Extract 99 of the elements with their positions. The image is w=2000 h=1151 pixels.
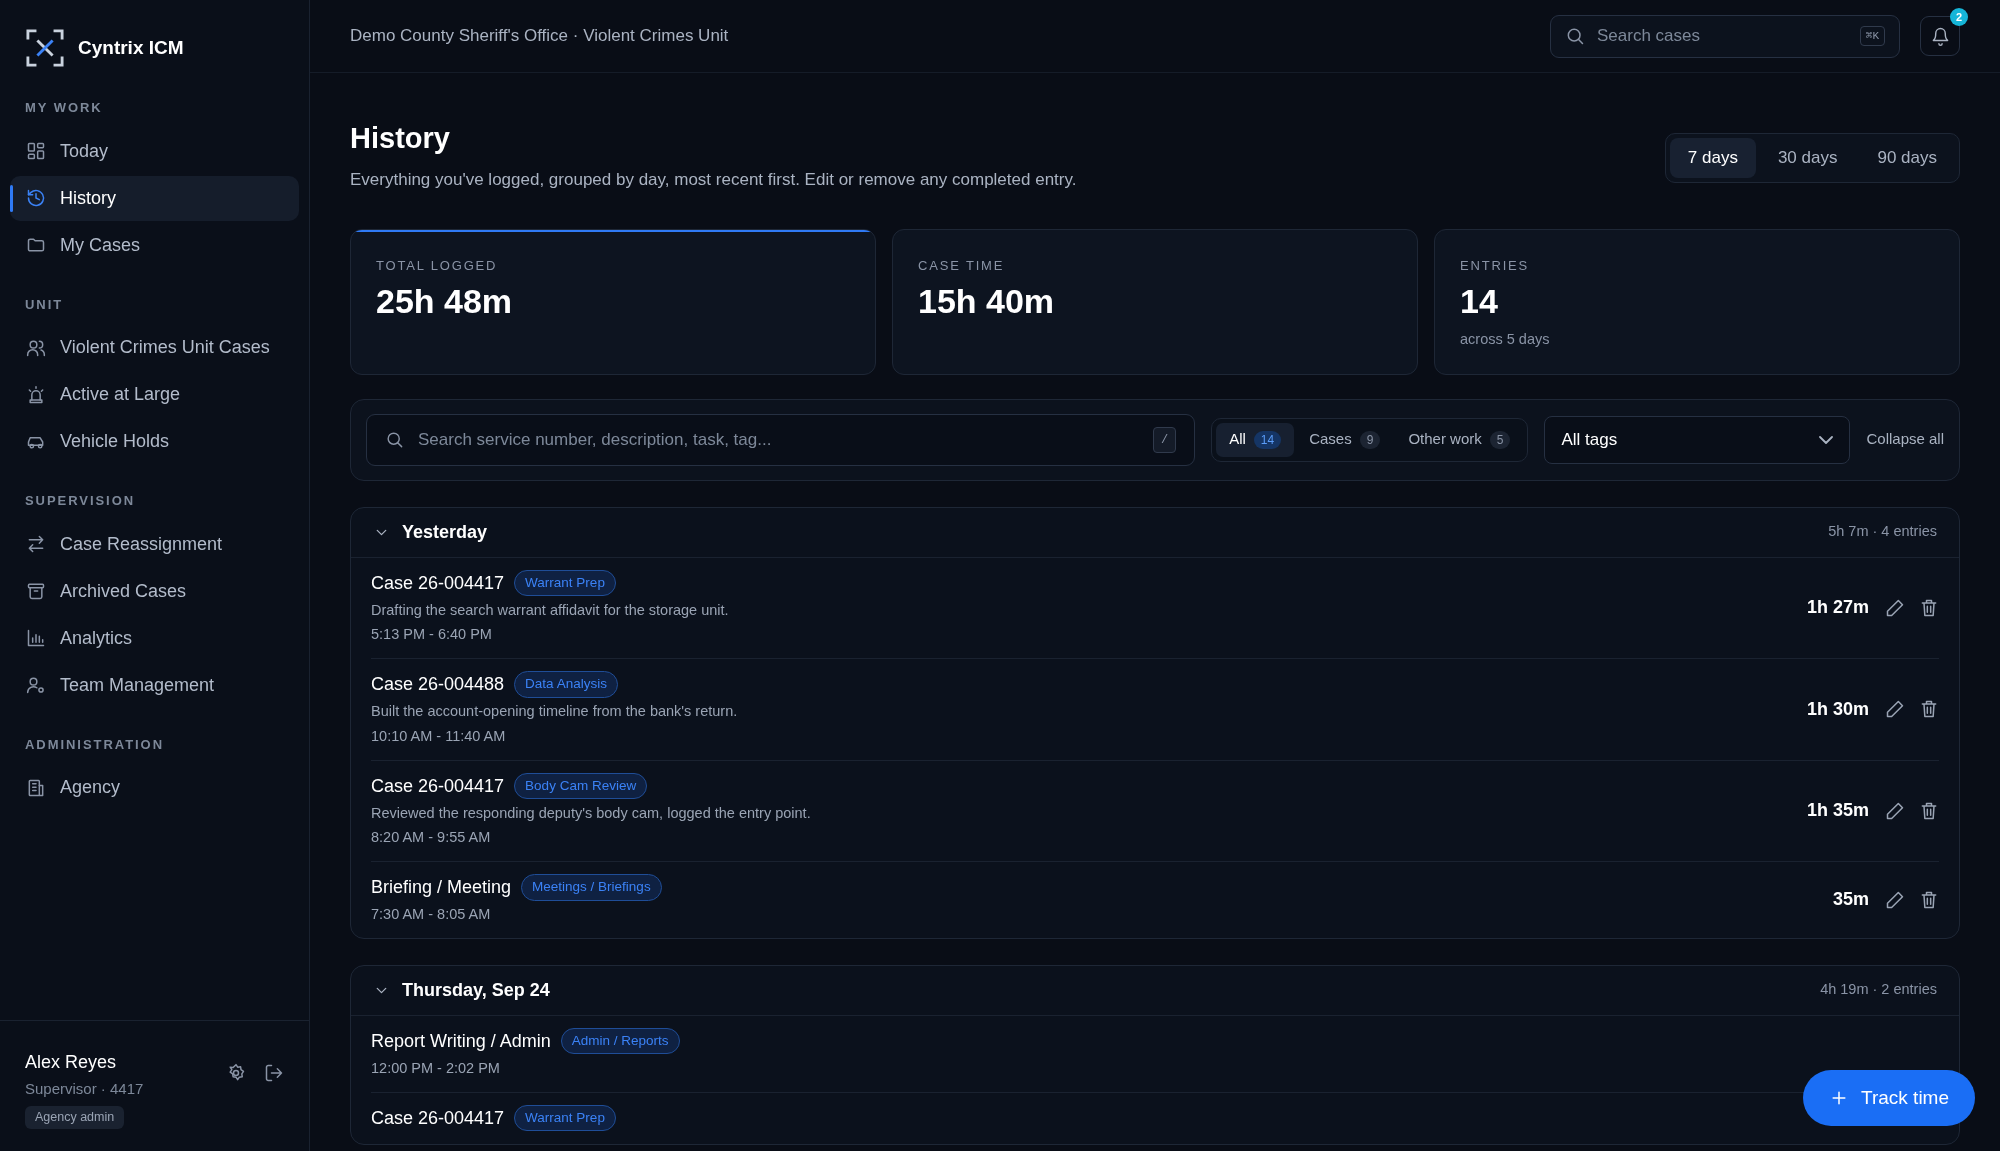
- group-summary: 4h 19m · 2 entries: [1820, 980, 1937, 1000]
- sidebar-item[interactable]: Today: [10, 128, 299, 174]
- sidebar-item[interactable]: Analytics: [10, 615, 299, 661]
- section-heading: MY WORK: [24, 99, 104, 117]
- range-tab[interactable]: 90 days: [1859, 138, 1955, 178]
- entry-tag: Meetings / Briefings: [521, 874, 662, 901]
- page-subtitle: Everything you've logged, grouped by day, most recent first. Edit or remove any completed entry.: [350, 169, 1078, 191]
- edit-icon[interactable]: [1885, 800, 1905, 821]
- sidebar-item[interactable]: Team Management: [10, 662, 299, 708]
- breadcrumb: Demo County Sheriff's Office · Violent Crimes Unit: [350, 25, 730, 48]
- stat-note: across 5 days: [1460, 330, 1551, 349]
- count-badge: 5: [1489, 430, 1511, 449]
- app-name: Cyntrix ICM: [78, 35, 184, 60]
- delete-icon[interactable]: [1919, 800, 1939, 821]
- type-filter-tab[interactable]: Cases 9: [1296, 422, 1394, 457]
- entry-time: 12:00 PM - 2:02 PM: [371, 1058, 500, 1078]
- siren-icon: [26, 384, 46, 405]
- sidebar-item[interactable]: Archived Cases: [10, 568, 299, 614]
- folder-icon: [26, 235, 46, 255]
- bar-chart-icon: [26, 628, 46, 648]
- count-badge: 9: [1359, 430, 1381, 449]
- entry-description: Drafting the search warrant affidavit for the storage unit.: [371, 600, 729, 620]
- collapse-all-button[interactable]: Collapse all: [1866, 428, 1944, 451]
- building-icon: [26, 777, 46, 798]
- stat-label: CASE TIME: [918, 256, 1006, 275]
- entry-search-field[interactable]: Search service number, description, task, tag... /: [366, 413, 1196, 466]
- section-heading: UNIT: [24, 295, 65, 314]
- entry-tag: Warrant Prep: [514, 1104, 616, 1132]
- entry-title: Report Writing / Admin: [371, 1029, 551, 1053]
- chevron-down-icon: [1819, 435, 1834, 444]
- entry-tag: Body Cam Review: [514, 772, 648, 800]
- sidebar-item[interactable]: Case Reassignment: [10, 521, 299, 567]
- page-title: History: [350, 121, 451, 155]
- section-heading: SUPERVISION: [24, 492, 137, 510]
- sidebar-item[interactable]: History: [10, 175, 299, 221]
- stat-value: 25h 48m: [376, 281, 514, 321]
- user-role: Supervisor · 4417: [25, 1078, 144, 1099]
- shortcut-key: ⌘K: [1859, 25, 1885, 47]
- sidebar-item[interactable]: Agency: [10, 765, 299, 810]
- entry-time: 10:10 AM - 11:40 AM: [371, 726, 506, 746]
- group-toggle[interactable]: Yesterday: [373, 518, 488, 546]
- delete-icon[interactable]: [1919, 597, 1939, 618]
- range-tab[interactable]: 30 days: [1759, 138, 1856, 178]
- stat-label: TOTAL LOGGED: [376, 256, 499, 275]
- entry-tag: Warrant Prep: [514, 569, 616, 597]
- tags-dropdown[interactable]: All tags: [1544, 415, 1851, 464]
- stat-label: ENTRIES: [1460, 256, 1531, 275]
- entry-duration: 1h 30m: [1806, 697, 1869, 721]
- entry-time: 7:30 AM - 8:05 AM: [371, 905, 491, 924]
- entry-title: Case 26-004417: [371, 774, 505, 798]
- shortcut-key: /: [1152, 426, 1177, 453]
- stat-value: 14: [1460, 281, 1499, 321]
- search-icon: [1565, 26, 1585, 46]
- sidebar-item[interactable]: Violent Crimes Unit Cases: [10, 325, 299, 370]
- group-summary: 5h 7m · 4 entries: [1828, 522, 1937, 542]
- entry-duration: 35m: [1832, 888, 1869, 912]
- count-badge: 14: [1253, 430, 1282, 449]
- notification-count: 2: [1950, 8, 1968, 26]
- entry-duration: 1h 35m: [1806, 799, 1869, 823]
- sidebar-item[interactable]: Active at Large: [10, 372, 299, 417]
- grid-icon: [26, 141, 46, 161]
- role-badge: Agency admin: [25, 1106, 125, 1129]
- entry-time: 5:13 PM - 6:40 PM: [371, 625, 492, 645]
- search-field[interactable]: Search cases ⌘K: [1550, 14, 1900, 58]
- entry-time: 8:20 AM - 9:55 AM: [371, 828, 491, 848]
- search-icon: [385, 430, 404, 449]
- user-name: Alex Reyes: [25, 1050, 117, 1074]
- edit-icon[interactable]: [1885, 597, 1905, 618]
- logo-icon: [26, 29, 64, 67]
- sidebar-item[interactable]: Vehicle Holds: [10, 419, 299, 464]
- stat-value: 15h 40m: [918, 281, 1056, 321]
- entry-duration: 1h 27m: [1806, 596, 1869, 620]
- entry-title: Case 26-004417: [371, 571, 505, 595]
- delete-icon[interactable]: [1919, 699, 1939, 720]
- sidebar-item[interactable]: My Cases: [10, 222, 299, 268]
- bell-icon: [1930, 26, 1950, 46]
- type-filter-tab[interactable]: All 14: [1216, 422, 1295, 457]
- swap-arrows-icon: [26, 534, 46, 554]
- edit-icon[interactable]: [1885, 889, 1905, 910]
- group-toggle[interactable]: Thursday, Sep 24: [373, 976, 550, 1004]
- user-gear-icon: [26, 675, 46, 695]
- section-heading: ADMINISTRATION: [24, 735, 165, 754]
- type-filter-tab[interactable]: Other work 5: [1395, 422, 1524, 457]
- edit-icon[interactable]: [1885, 699, 1905, 720]
- entry-tag: Data Analysis: [514, 671, 618, 698]
- entry-title: Briefing / Meeting: [371, 876, 512, 899]
- range-tab[interactable]: 7 days: [1669, 138, 1756, 178]
- history-icon: [26, 188, 46, 208]
- entry-description: Reviewed the responding deputy's body cam, logged the entry point.: [371, 803, 811, 823]
- entry-title: Case 26-004417: [371, 1106, 505, 1130]
- archive-icon: [26, 581, 46, 601]
- search-input[interactable]: Search cases: [1597, 15, 1848, 57]
- logout-icon[interactable]: [264, 1062, 284, 1083]
- track-time-button[interactable]: Track time: [1803, 1070, 1975, 1126]
- entry-title: Case 26-004488: [371, 673, 505, 696]
- delete-icon[interactable]: [1919, 889, 1939, 910]
- entry-search-input[interactable]: Search service number, description, task, tag...: [418, 414, 1139, 465]
- entry-description: Built the account-opening timeline from the bank's return.: [371, 702, 738, 721]
- entry-tag: Admin / Reports: [560, 1028, 680, 1055]
